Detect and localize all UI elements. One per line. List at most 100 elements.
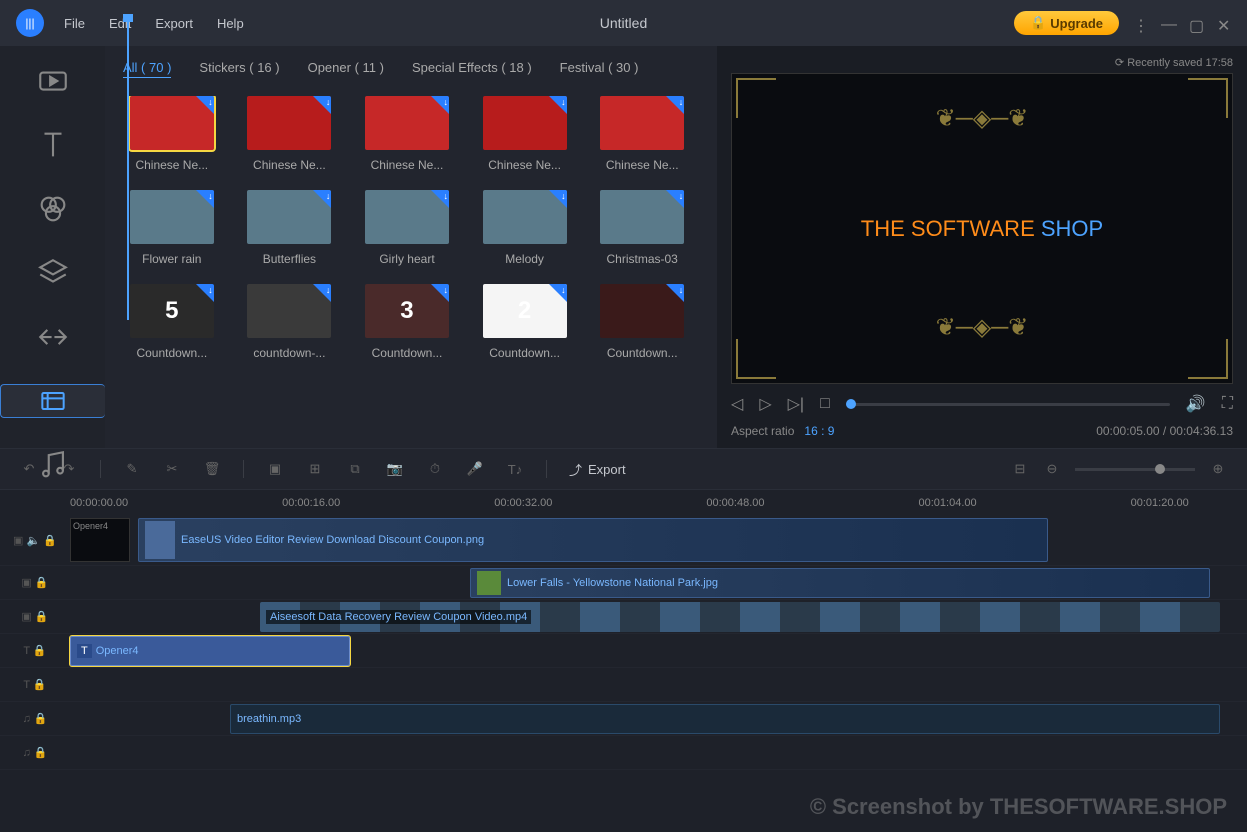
library-label: Christmas-03 (593, 252, 691, 266)
volume-icon[interactable]: 🔊 (1186, 394, 1206, 414)
library-item[interactable]: Girly heart (358, 190, 456, 266)
track-head[interactable]: ▣ 🔒 (0, 576, 70, 589)
library-item[interactable]: Chinese Ne... (593, 96, 691, 172)
separator (546, 460, 547, 478)
fullscreen-icon[interactable]: ⛶ (1222, 395, 1233, 413)
track-content[interactable]: Opener4 EaseUS Video Editor Review Downl… (70, 516, 1247, 565)
sidebar-overlay-icon[interactable] (36, 256, 70, 290)
preview-viewport[interactable]: ❦─◈─❦ THE SOFTWARE SHOP ❦─◈─❦ (731, 73, 1233, 384)
minimize-icon[interactable]: — (1161, 16, 1175, 30)
preview-seek-slider[interactable] (846, 403, 1170, 406)
stop-icon[interactable]: □ (820, 395, 830, 413)
edit-pencil-icon[interactable]: ✎ (123, 460, 141, 478)
library-item[interactable]: 3Countdown... (358, 284, 456, 360)
library-label: Chinese Ne... (123, 158, 221, 172)
track-head[interactable]: T 🔒 (0, 678, 70, 691)
export-button[interactable]: ⤴ Export (569, 460, 626, 479)
ornament-tl (736, 78, 776, 118)
library-label: Butterflies (241, 252, 339, 266)
maximize-icon[interactable]: ▢ (1189, 16, 1203, 30)
tab-opener[interactable]: Opener ( 11 ) (308, 60, 384, 78)
clip-audio[interactable]: breathin.mp3 (230, 704, 1220, 734)
library-label: Chinese Ne... (241, 158, 339, 172)
voiceover-icon[interactable]: 🎤 (466, 460, 484, 478)
menu-file[interactable]: File (64, 16, 85, 31)
clip-video[interactable]: Aiseesoft Data Recovery Review Coupon Vi… (260, 602, 1220, 632)
next-frame-icon[interactable]: ▷| (788, 394, 804, 414)
upgrade-label: Upgrade (1050, 16, 1103, 31)
cut-icon[interactable]: ✂ (163, 460, 181, 478)
sidebar-element-icon[interactable] (0, 384, 105, 418)
clip-text[interactable]: T Opener4 (70, 636, 350, 666)
library-thumb (247, 96, 331, 150)
close-icon[interactable]: ✕ (1217, 16, 1231, 30)
sidebar-filter-icon[interactable] (36, 192, 70, 226)
download-icon (431, 284, 449, 302)
zoom-slider[interactable] (1075, 468, 1195, 471)
upgrade-button[interactable]: 🔒 Upgrade (1014, 11, 1119, 35)
track-content[interactable] (70, 736, 1247, 769)
tab-all[interactable]: All ( 70 ) (123, 60, 171, 78)
track-head[interactable]: ♫ 🔒 (0, 746, 70, 759)
crop-icon[interactable]: ▣ (266, 460, 284, 478)
library-item[interactable]: Countdown... (593, 284, 691, 360)
export-label: Export (588, 462, 626, 477)
merge-icon[interactable]: ⧉ (346, 460, 364, 478)
time-ruler[interactable]: 00:00:00.00 00:00:16.00 00:00:32.00 00:0… (0, 490, 1247, 516)
snapshot-icon[interactable]: 📷 (386, 460, 404, 478)
track-head[interactable]: ♫ 🔒 (0, 712, 70, 725)
speed-icon[interactable]: ⏱ (426, 460, 444, 478)
tab-special[interactable]: Special Effects ( 18 ) (412, 60, 532, 78)
mosaic-icon[interactable]: ⊞ (306, 460, 324, 478)
download-icon (549, 190, 567, 208)
undo-icon[interactable]: ↶ (20, 460, 38, 478)
tab-stickers[interactable]: Stickers ( 16 ) (199, 60, 279, 78)
track-head[interactable]: T 🔒 (0, 644, 70, 657)
tts-icon[interactable]: T♪ (506, 460, 524, 478)
track-head[interactable]: ▣ 🔒 (0, 610, 70, 623)
track-content[interactable]: Lower Falls - Yellowstone National Park.… (70, 566, 1247, 599)
redo-icon[interactable]: ↷ (60, 460, 78, 478)
zoom-in-icon[interactable]: ⊕ (1209, 460, 1227, 478)
library-item[interactable]: Christmas-03 (593, 190, 691, 266)
titlebar: ||| File Edit Export Help Untitled 🔒 Upg… (0, 0, 1247, 46)
library-item[interactable]: Butterflies (241, 190, 339, 266)
library-item[interactable]: Chinese Ne... (476, 96, 574, 172)
ornament-br (1188, 339, 1228, 379)
more-icon[interactable]: ⋮ (1133, 16, 1147, 30)
library-thumb (600, 96, 684, 150)
sidebar-text-icon[interactable] (36, 128, 70, 162)
clip-opener[interactable]: Opener4 (70, 518, 130, 562)
tab-festival[interactable]: Festival ( 30 ) (560, 60, 639, 78)
track-content[interactable]: Aiseesoft Data Recovery Review Coupon Vi… (70, 600, 1247, 633)
library-item[interactable]: Chinese Ne... (123, 96, 221, 172)
library-item[interactable]: Chinese Ne... (358, 96, 456, 172)
aspect-value[interactable]: 16 : 9 (804, 424, 834, 438)
sidebar-transition-icon[interactable] (36, 320, 70, 354)
library-item[interactable]: Flower rain (123, 190, 221, 266)
menu-help[interactable]: Help (217, 16, 244, 31)
library-item[interactable]: 5Countdown... (123, 284, 221, 360)
clip-pip[interactable]: Lower Falls - Yellowstone National Park.… (470, 568, 1210, 598)
preview-controls: ◁ ▷ ▷| □ 🔊 ⛶ (731, 384, 1233, 424)
delete-icon[interactable]: 🗑 (203, 460, 221, 478)
fit-icon[interactable]: ⊟ (1011, 460, 1029, 478)
play-icon[interactable]: ▷ (759, 394, 771, 414)
menu-export[interactable]: Export (155, 16, 193, 31)
text-icon: T (77, 644, 92, 658)
track-content[interactable] (70, 668, 1247, 701)
track-content[interactable]: T Opener4 (70, 634, 1247, 667)
clip-image[interactable]: EaseUS Video Editor Review Download Disc… (138, 518, 1048, 562)
library-item[interactable]: 2Countdown... (476, 284, 574, 360)
zoom-out-icon[interactable]: ⊖ (1043, 460, 1061, 478)
prev-frame-icon[interactable]: ◁ (731, 394, 743, 414)
track-head[interactable]: ▣ 🔈 🔒 (0, 534, 70, 547)
library-item[interactable]: Chinese Ne... (241, 96, 339, 172)
library-label: Chinese Ne... (476, 158, 574, 172)
download-icon (313, 96, 331, 114)
library-grid[interactable]: Chinese Ne... Chinese Ne... Chinese Ne... C… (123, 96, 699, 360)
library-item[interactable]: countdown-... (241, 284, 339, 360)
track-content[interactable]: breathin.mp3 (70, 702, 1247, 735)
sidebar-video-icon[interactable] (36, 64, 70, 98)
library-item[interactable]: Melody (476, 190, 574, 266)
